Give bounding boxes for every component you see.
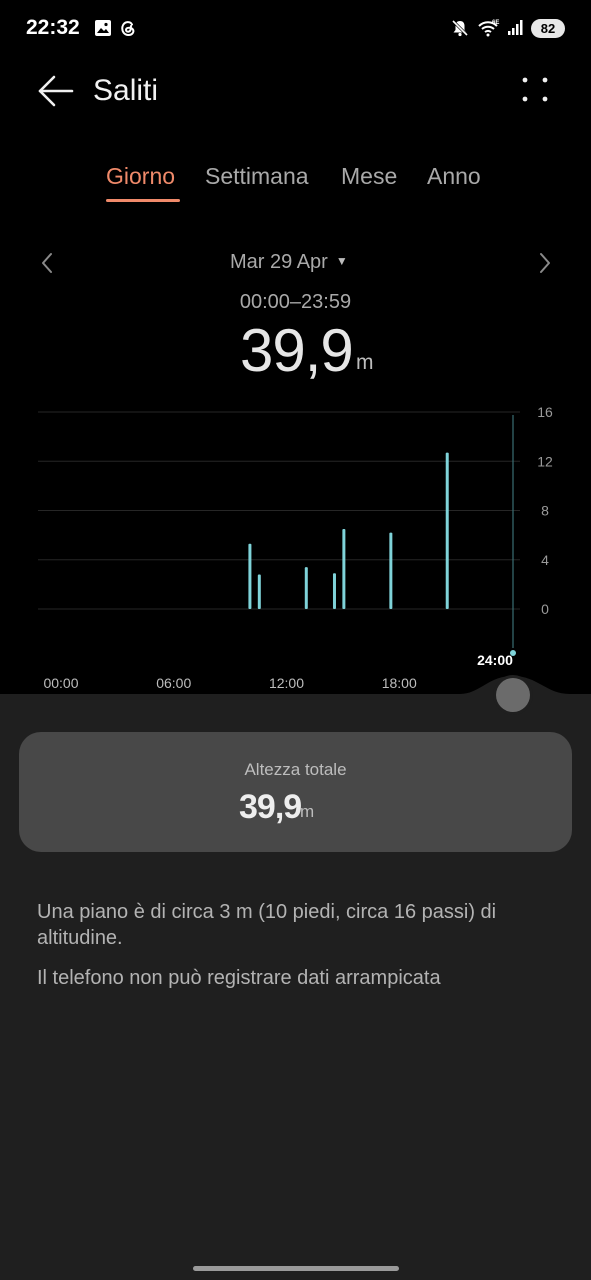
total-height-value: 39,9 [239,788,302,826]
date-picker[interactable]: Mar 29 Apr ▼ [230,251,348,274]
info-phone-limitation: Il telefono non può registrare dati arra… [37,967,441,989]
time-scrubber-handle[interactable] [496,678,530,712]
back-button[interactable] [30,70,78,112]
chart-bar [445,452,449,609]
mute-icon [451,19,469,37]
gallery-icon [95,20,111,36]
time-range: 00:00–23:59 [239,291,352,313]
caret-down-icon: ▼ [335,254,348,268]
next-day-button[interactable] [532,249,556,277]
chevron-left-icon [42,253,52,273]
chart-bar [304,567,308,609]
total-height-unit: m [300,802,315,821]
svg-text:6E: 6E [492,20,499,26]
previous-day-button[interactable] [36,249,60,277]
y-tick-label: 8 [541,503,549,519]
y-tick-label: 0 [541,601,549,617]
page-title: Saliti [93,74,159,107]
x-tick-label: 00:00 [43,675,78,691]
tab-settimana[interactable]: Settimana [205,163,309,190]
y-tick-label: 12 [537,453,553,469]
x-tick-label: 18:00 [382,675,417,691]
signal-icon [508,20,523,35]
date-label: Mar 29 Apr [230,251,328,273]
threads-icon [121,21,135,37]
chart-bar [342,528,346,609]
home-indicator[interactable] [193,1266,399,1271]
total-height-card: Altezza totale 39,9 m [19,732,572,852]
total-value-large: 39,9 [240,317,354,384]
chart-bar [257,574,261,609]
tab-active-indicator [106,199,180,202]
info-floor-height: Una piano è di circa 3 m (10 piedi, circ… [37,901,497,949]
x-tick-label: 12:00 [269,675,304,691]
x-tick-label: 06:00 [156,675,191,691]
wifi-6e-icon: 6E [478,20,499,37]
more-dots-icon [522,77,548,102]
total-height-label: Altezza totale [244,760,347,779]
climb-chart[interactable]: 161284024:0000:00 06:00 12:00 18:00 [0,390,591,700]
y-tick-label: 4 [541,552,549,568]
chart-bar [248,543,252,609]
arrow-left-icon [38,75,74,107]
chevron-right-icon [540,253,550,273]
status-time: 22:32 [26,16,80,39]
tab-giorno[interactable]: Giorno [106,163,175,190]
more-options-button[interactable] [515,70,555,110]
chart-bar [389,532,393,609]
y-tick-label: 16 [537,404,553,420]
tab-mese[interactable]: Mese [341,163,397,190]
total-unit-large: m [356,351,374,374]
chart-bar [332,573,336,609]
battery-indicator: 82 [531,19,565,38]
tab-anno[interactable]: Anno [427,163,481,190]
